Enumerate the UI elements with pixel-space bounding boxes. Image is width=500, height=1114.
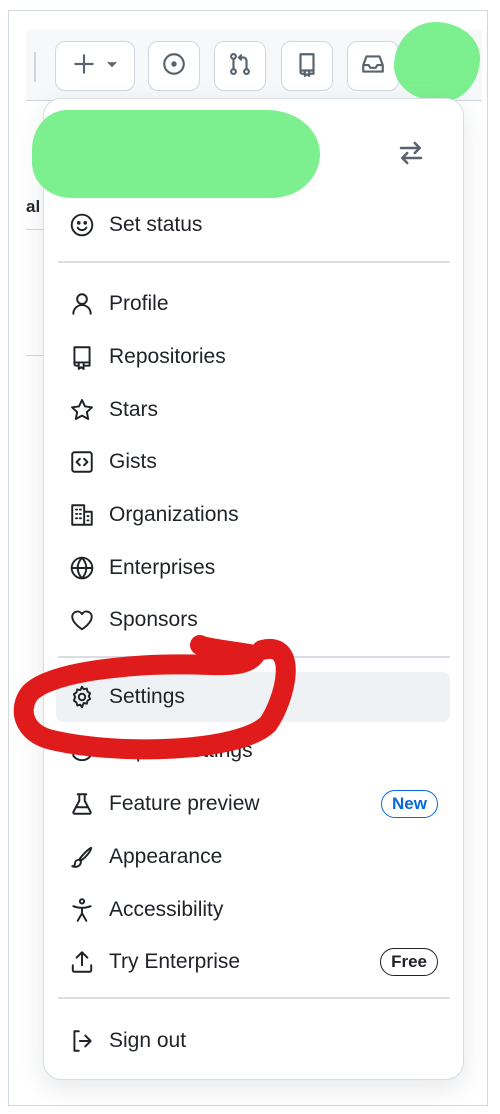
- smiley-icon: [68, 211, 96, 239]
- menu-divider: [58, 261, 450, 263]
- beaker-icon: [68, 790, 96, 818]
- menu-item-label: Profile: [109, 292, 169, 315]
- menu-item-organizations[interactable]: Organizations: [56, 490, 450, 540]
- menu-item-label: Sign out: [109, 1029, 187, 1052]
- accessibility-icon: [68, 896, 96, 924]
- menu-item-stars[interactable]: Stars: [56, 385, 450, 435]
- menu-item-profile[interactable]: Profile: [56, 279, 450, 329]
- menu-item-label: Gists: [109, 450, 157, 473]
- inbox-button[interactable]: [347, 41, 399, 91]
- chevron-down-icon: [105, 57, 119, 76]
- menu-divider: [58, 997, 450, 999]
- repositories-button[interactable]: [281, 41, 333, 91]
- menu-item-label: Organizations: [109, 503, 239, 526]
- menu-item-copilot-settings[interactable]: Copilot settings: [56, 726, 450, 776]
- menu-item-accessibility[interactable]: Accessibility: [56, 885, 450, 935]
- new-badge: New: [381, 790, 438, 818]
- menu-item-label: Feature preview: [109, 792, 260, 815]
- menu-divider: [58, 656, 450, 658]
- plus-icon: [71, 51, 97, 82]
- sign-out-icon: [68, 1027, 96, 1055]
- menu-item-label: Enterprises: [109, 556, 216, 579]
- menu-item-appearance[interactable]: Appearance: [56, 832, 450, 882]
- menu-item-feature-preview[interactable]: Feature preview New: [56, 779, 450, 829]
- organization-icon: [68, 501, 96, 529]
- menu-item-repositories[interactable]: Repositories: [56, 332, 450, 382]
- person-icon: [68, 290, 96, 318]
- username-redaction: [32, 110, 320, 198]
- globe-icon: [68, 554, 96, 582]
- menu-item-label: Repositories: [109, 345, 226, 368]
- menu-item-label: Accessibility: [109, 898, 224, 921]
- free-badge: Free: [380, 948, 438, 976]
- repo-icon: [68, 343, 96, 371]
- menu-item-label: Appearance: [109, 845, 223, 868]
- menu-item-set-status[interactable]: Set status: [56, 200, 450, 250]
- copilot-icon: [68, 737, 96, 765]
- gear-icon: [68, 683, 96, 711]
- background-divider: [26, 355, 44, 356]
- code-square-icon: [68, 448, 96, 476]
- background-divider: [26, 229, 44, 230]
- menu-item-label: Set status: [109, 213, 203, 236]
- create-new-button[interactable]: [55, 41, 135, 91]
- header-divider: [34, 52, 36, 82]
- menu-item-gists[interactable]: Gists: [56, 437, 450, 487]
- menu-item-label: Settings: [109, 685, 185, 708]
- menu-item-sponsors[interactable]: Sponsors: [56, 595, 450, 645]
- star-icon: [68, 396, 96, 424]
- arrow-switch-icon[interactable]: [396, 138, 426, 168]
- menu-item-label: Sponsors: [109, 608, 198, 631]
- inbox-icon: [360, 51, 386, 82]
- pull-requests-button[interactable]: [214, 41, 266, 91]
- menu-item-enterprises[interactable]: Enterprises: [56, 543, 450, 593]
- avatar-redaction[interactable]: [394, 22, 480, 102]
- heart-icon: [68, 606, 96, 634]
- menu-item-settings[interactable]: Settings: [56, 672, 450, 722]
- menu-item-label: Copilot settings: [109, 739, 253, 762]
- menu-item-sign-out[interactable]: Sign out: [56, 1016, 450, 1066]
- menu-item-label: Try Enterprise: [109, 950, 241, 973]
- menu-item-try-enterprise[interactable]: Try Enterprise Free: [56, 937, 450, 987]
- issue-opened-icon: [161, 51, 187, 82]
- git-pull-request-icon: [227, 51, 253, 82]
- upload-icon: [68, 948, 96, 976]
- paintbrush-icon: [68, 843, 96, 871]
- repo-icon: [294, 51, 320, 82]
- background-partial-text: al: [26, 197, 41, 216]
- menu-item-label: Stars: [109, 398, 159, 421]
- issues-button[interactable]: [148, 41, 200, 91]
